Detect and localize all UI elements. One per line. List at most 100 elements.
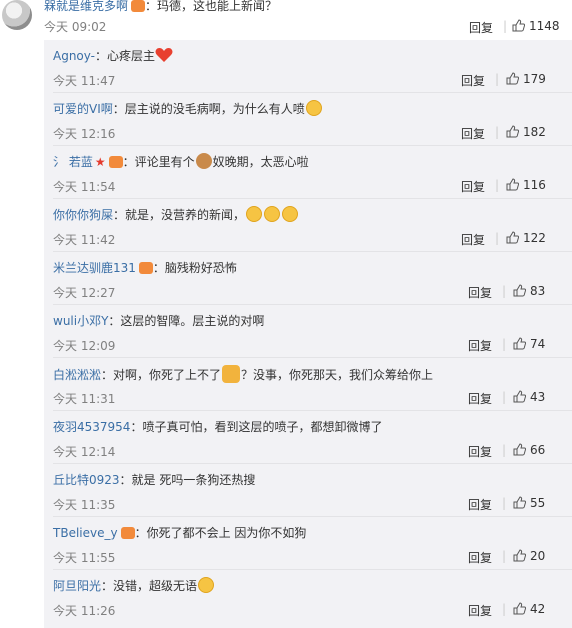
reply-button[interactable]: 回复 <box>468 337 492 354</box>
comment-body: ：这层的智障。层主说的对啊 <box>108 314 265 328</box>
comment-body: ：对啊，你死了上不了 <box>101 368 222 382</box>
comment-body: ：没错，超级无语 <box>101 579 198 593</box>
vip-badge-icon <box>108 156 123 168</box>
thumbs-up-icon <box>513 337 526 350</box>
username-link[interactable]: 夜羽4537954 <box>53 420 130 434</box>
comment-text: wuli小邓Y：这层的智障。层主说的对啊 <box>53 312 264 329</box>
divider: | <box>502 602 507 616</box>
reply-button[interactable]: 回复 <box>461 231 485 248</box>
like-button[interactable]: 122 <box>506 231 546 245</box>
divider: | <box>502 496 507 510</box>
list-item: 米兰达驯鹿131 ：脑残粉好恐怖 今天 12:27 回复 | 83 <box>44 252 572 305</box>
like-count: 179 <box>523 72 546 86</box>
like-button[interactable]: 179 <box>506 72 546 86</box>
list-item: 夜羽4537954：喷子真可怕，看到这层的喷子，都想卸微博了 今天 12:14 … <box>44 411 572 464</box>
username-link[interactable]: 白淞淞淞 <box>53 368 101 382</box>
comment-body: ：喷子真可怕，看到这层的喷子，都想卸微博了 <box>130 420 383 434</box>
timestamp: 今天 12:14 <box>53 445 116 459</box>
timestamp: 今天 12:16 <box>53 127 116 141</box>
comment-text: 夜羽4537954：喷子真可怕，看到这层的喷子，都想卸微博了 <box>53 418 382 435</box>
comment-text: 米兰达驯鹿131 ：脑残粉好恐怖 <box>53 259 237 276</box>
timestamp: 今天 11:31 <box>53 392 116 406</box>
smile-emoji-icon <box>305 100 322 116</box>
comment-body: ：就是 死吗一条狗还热搜 <box>119 473 256 487</box>
username-link[interactable]: 可爱的VI啊 <box>53 102 113 116</box>
reply-button[interactable]: 回复 <box>468 284 492 301</box>
comment-body: ：评论里有个 <box>122 155 195 169</box>
reply-button[interactable]: 回复 <box>468 496 492 513</box>
like-count: 55 <box>530 496 546 510</box>
thumbs-up-icon <box>513 549 526 562</box>
comment-text: TBelieve_y ：你死了都不会上 因为你不如狗 <box>53 524 306 541</box>
timestamp: 今天 09:02 <box>44 20 107 34</box>
username-link[interactable]: 槑就是维克多啊 <box>44 0 128 13</box>
reply-button[interactable]: 回复 <box>468 390 492 407</box>
comment-body: ：心疼层主 <box>95 49 156 63</box>
avatar[interactable] <box>2 0 32 30</box>
thumbs-up-icon <box>506 231 519 244</box>
thumbs-up-icon <box>512 19 525 32</box>
comment-body: ：层主说的没毛病啊，为什么有人喷 <box>112 102 305 116</box>
like-count: 42 <box>530 602 546 616</box>
username-link[interactable]: TBelieve_y <box>53 526 118 540</box>
divider: | <box>495 125 500 139</box>
username-link[interactable]: 阿旦阳光 <box>53 579 101 593</box>
thumbs-up-icon <box>506 178 519 191</box>
reply-button[interactable]: 回复 <box>461 178 485 195</box>
like-button[interactable]: 74 <box>513 337 545 351</box>
comment-text: 白淞淞淞：对啊，你死了上不了 ？没事，你死那天，我们众筹给你上 <box>53 365 433 383</box>
like-button[interactable]: 116 <box>506 178 546 192</box>
reply-button[interactable]: 回复 <box>468 549 492 566</box>
like-button[interactable]: 55 <box>513 496 545 510</box>
username-link[interactable]: wuli小邓Y <box>53 314 108 328</box>
vip-badge-icon <box>138 262 153 274</box>
dog-emoji-icon <box>195 153 212 169</box>
comment-body: ？没事，你死那天，我们众筹给你上 <box>241 368 434 382</box>
smile-emoji-icon <box>264 206 281 222</box>
vip-badge-icon <box>120 527 135 539</box>
thumbs-up-icon <box>506 125 519 138</box>
list-item: wuli小邓Y：这层的智障。层主说的对啊 今天 12:09 回复 | 74 <box>44 305 572 358</box>
username-prefix: 氵 <box>53 155 69 169</box>
divider: | <box>502 443 507 457</box>
smile-emoji-icon <box>282 206 299 222</box>
username-link[interactable]: Agnoy- <box>53 49 95 63</box>
like-button[interactable]: 182 <box>506 125 546 139</box>
list-item: TBelieve_y ：你死了都不会上 因为你不如狗 今天 11:55 回复 | … <box>44 517 572 570</box>
timestamp: 今天 11:47 <box>53 74 116 88</box>
list-item: 阿旦阳光：没错，超级无语 今天 11:26 回复 | 42 <box>44 570 572 623</box>
list-item: 白淞淞淞：对啊，你死了上不了 ？没事，你死那天，我们众筹给你上 今天 11:31 … <box>44 358 572 411</box>
reply-button[interactable]: 回复 <box>468 443 492 460</box>
divider: | <box>495 72 500 86</box>
like-button[interactable]: 1148 <box>512 19 560 33</box>
comment-text: 氵 若蓝 ★ ：评论里有个 奴晚期，太恶心啦 <box>53 153 309 170</box>
username-link[interactable]: 丘比特0923 <box>53 473 120 487</box>
username-link[interactable]: 氵 若蓝 <box>53 155 93 169</box>
divider: | <box>502 390 507 404</box>
username-link[interactable]: 米兰达驯鹿131 <box>53 261 136 275</box>
doge-emoji-icon <box>222 365 241 383</box>
thumbs-up-icon <box>513 284 526 297</box>
reply-button[interactable]: 回复 <box>461 72 485 89</box>
reply-button[interactable]: 回复 <box>469 19 493 36</box>
thumbs-up-icon <box>506 72 519 85</box>
like-button[interactable]: 83 <box>513 284 545 298</box>
like-button[interactable]: 42 <box>513 602 545 616</box>
like-count: 20 <box>530 549 546 563</box>
like-button[interactable]: 20 <box>513 549 545 563</box>
star-icon: ★ <box>94 155 106 169</box>
thumbs-up-icon <box>513 443 526 456</box>
like-button[interactable]: 66 <box>513 443 545 457</box>
username-link[interactable]: 你你你狗屎 <box>53 208 113 222</box>
divider: | <box>502 284 507 298</box>
reply-button[interactable]: 回复 <box>468 602 492 619</box>
comment-text: 可爱的VI啊：层主说的没毛病啊，为什么有人喷 <box>53 100 323 117</box>
reply-button[interactable]: 回复 <box>461 125 485 142</box>
heart-icon <box>155 48 173 62</box>
like-count: 43 <box>530 390 546 404</box>
list-item: 丘比特0923：就是 死吗一条狗还热搜 今天 11:35 回复 | 55 <box>44 464 572 517</box>
like-button[interactable]: 43 <box>513 390 545 404</box>
thumbs-up-icon <box>513 496 526 509</box>
list-item: Agnoy-：心疼层主 今天 11:47 回复 | 179 <box>44 40 572 93</box>
list-item: 可爱的VI啊：层主说的没毛病啊，为什么有人喷 今天 12:16 回复 | 182 <box>44 93 572 146</box>
